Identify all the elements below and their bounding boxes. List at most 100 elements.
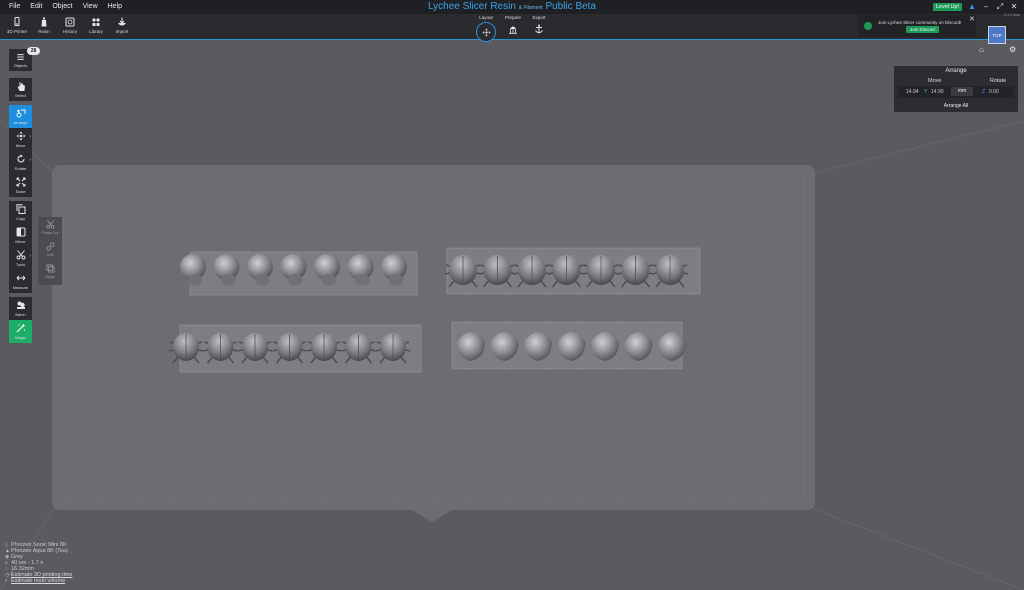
- subtool-planar-cut-button[interactable]: Planar Cut: [38, 217, 62, 239]
- resin-button-label: Resin: [38, 29, 50, 34]
- menu-object[interactable]: Object: [47, 0, 77, 14]
- info-link[interactable]: ◐ Estimate resin volume: [5, 578, 72, 584]
- x-spacing-input[interactable]: 14.94: [906, 89, 919, 95]
- tool-label: Select: [14, 93, 27, 98]
- level-up-button[interactable]: Level Up!: [932, 3, 963, 11]
- discord-close-icon[interactable]: ✕: [969, 15, 975, 23]
- import-button[interactable]: Import: [108, 17, 136, 34]
- stage-export[interactable]: Export: [524, 15, 554, 36]
- tool-copy-button[interactable]: Copy: [9, 201, 32, 224]
- warning-icon[interactable]: ▲: [968, 3, 976, 11]
- tool-label: Copy: [15, 216, 26, 221]
- plate-front-marker: [412, 510, 452, 522]
- version-label: 6.0.0 beta: [1004, 13, 1020, 17]
- cut-subtools-panel: Planar Cut Split Merge: [38, 217, 62, 285]
- build-plate-scene[interactable]: [0, 41, 1024, 590]
- build-plate: [52, 165, 815, 510]
- y-spacing-input[interactable]: 14.90: [931, 89, 944, 95]
- tool-label: Scale: [15, 189, 26, 194]
- miniature-group: [168, 324, 422, 373]
- chevron-right-icon[interactable]: ›: [29, 157, 31, 163]
- discord-notification: Join Lychee Slicer community on Discord!…: [858, 15, 976, 37]
- tool-label: Move: [15, 143, 26, 148]
- z-axis-label: Z: [982, 89, 986, 95]
- tool-tools-button[interactable]: Tools ›: [9, 247, 32, 270]
- prepare-supports-icon: [506, 22, 520, 36]
- move-icon: [16, 131, 25, 141]
- select-hand-icon: [17, 82, 25, 91]
- close-icon[interactable]: ✕: [1010, 3, 1018, 11]
- tool-label: Rotate: [14, 166, 27, 171]
- info-icon: [864, 22, 872, 30]
- merge-icon: [45, 264, 55, 273]
- history-button[interactable]: History: [56, 17, 84, 34]
- maximize-icon[interactable]: ⤢: [996, 3, 1004, 11]
- stage-prepare-label: Prepare: [504, 15, 521, 20]
- export-anchor-icon: [532, 22, 546, 36]
- printer-button[interactable]: 3D Printer: [3, 17, 31, 34]
- unit-selector[interactable]: mm: [951, 87, 973, 96]
- tool-scale-button[interactable]: Scale: [9, 174, 32, 197]
- library-icon: [92, 18, 100, 26]
- subtool-label: Merge: [44, 275, 56, 279]
- chevron-right-icon[interactable]: ›: [29, 253, 31, 259]
- arrange-panel: Arrange Move Rotate 14.94 Y 14.90 mm Z 0…: [894, 66, 1018, 112]
- history-icon: [65, 17, 75, 27]
- tool-measure-button[interactable]: Measure: [9, 270, 32, 293]
- split-icon: [45, 242, 55, 251]
- discord-text: Join Lychee Slicer community on Discord!: [878, 20, 962, 25]
- tool-magic-button[interactable]: Magic: [9, 320, 32, 343]
- stage-export-label: Export: [532, 15, 546, 20]
- tool-label: Measure: [12, 285, 29, 290]
- home-icon[interactable]: ⌂: [979, 45, 984, 54]
- menu-view[interactable]: View: [78, 0, 103, 14]
- tool-rotate-button[interactable]: Rotate ›: [9, 151, 32, 174]
- tool-select-button[interactable]: Select: [9, 78, 32, 101]
- subtool-merge-button[interactable]: Merge: [38, 261, 62, 283]
- rotate-icon: [16, 154, 25, 163]
- menu-bar: File Edit Object View Help: [0, 0, 1024, 14]
- batch-icon: [16, 301, 25, 309]
- tool-move-button[interactable]: Move ›: [9, 128, 32, 151]
- rotate-header: Rotate: [990, 78, 1007, 84]
- tool-mirror-button[interactable]: Mirror: [9, 224, 32, 247]
- miniature-group: [180, 251, 418, 296]
- printer-icon: [14, 17, 20, 26]
- stage-layout[interactable]: Layout: [471, 15, 501, 42]
- tool-label: Magic: [15, 335, 26, 340]
- tool-label: Mirror: [15, 239, 26, 244]
- resin-button[interactable]: Resin: [30, 17, 58, 34]
- objects-count-badge: 28: [27, 47, 40, 55]
- menu-help[interactable]: Help: [103, 0, 127, 14]
- minimize-icon[interactable]: –: [982, 3, 990, 11]
- tool-batch-button[interactable]: Batch: [9, 297, 32, 320]
- join-discord-button[interactable]: Join Discord: [906, 26, 939, 33]
- subtool-label: Planar Cut: [41, 231, 59, 235]
- copy-icon: [16, 204, 25, 214]
- import-button-label: Import: [115, 29, 129, 34]
- chevron-right-icon[interactable]: ›: [29, 134, 31, 140]
- magic-wand-icon: [16, 323, 25, 333]
- subtool-split-button[interactable]: Split: [38, 239, 62, 261]
- tool-label: Batch: [15, 312, 26, 317]
- 3d-viewport[interactable]: ⌂ ⚙: [0, 41, 1024, 590]
- arrange-title: Arrange: [945, 68, 967, 74]
- resin-bottle-icon: [41, 17, 47, 27]
- arrange-all-button[interactable]: Arrange All: [894, 103, 1018, 109]
- tool-column: Select Arrange Move › Rotate › Scale Copy Mirror…: [9, 78, 32, 343]
- menu-file[interactable]: File: [0, 0, 25, 14]
- menu-edit[interactable]: Edit: [25, 0, 47, 14]
- layout-move-icon: [476, 22, 496, 42]
- scale-icon: [16, 177, 25, 187]
- info-text[interactable]: Estimate resin volume: [11, 578, 65, 584]
- library-button[interactable]: Library: [82, 17, 110, 34]
- arrange-icon: [16, 109, 25, 118]
- settings-gear-icon[interactable]: ⚙: [1009, 45, 1016, 54]
- view-cube-label: TOP: [992, 32, 1002, 38]
- move-header: Move: [928, 78, 942, 84]
- rotate-input[interactable]: 0.00: [989, 89, 999, 95]
- list-icon: [17, 54, 24, 60]
- objects-label: Objects: [13, 63, 28, 68]
- measure-icon: [16, 275, 25, 281]
- tool-arrange-button[interactable]: Arrange: [9, 105, 32, 128]
